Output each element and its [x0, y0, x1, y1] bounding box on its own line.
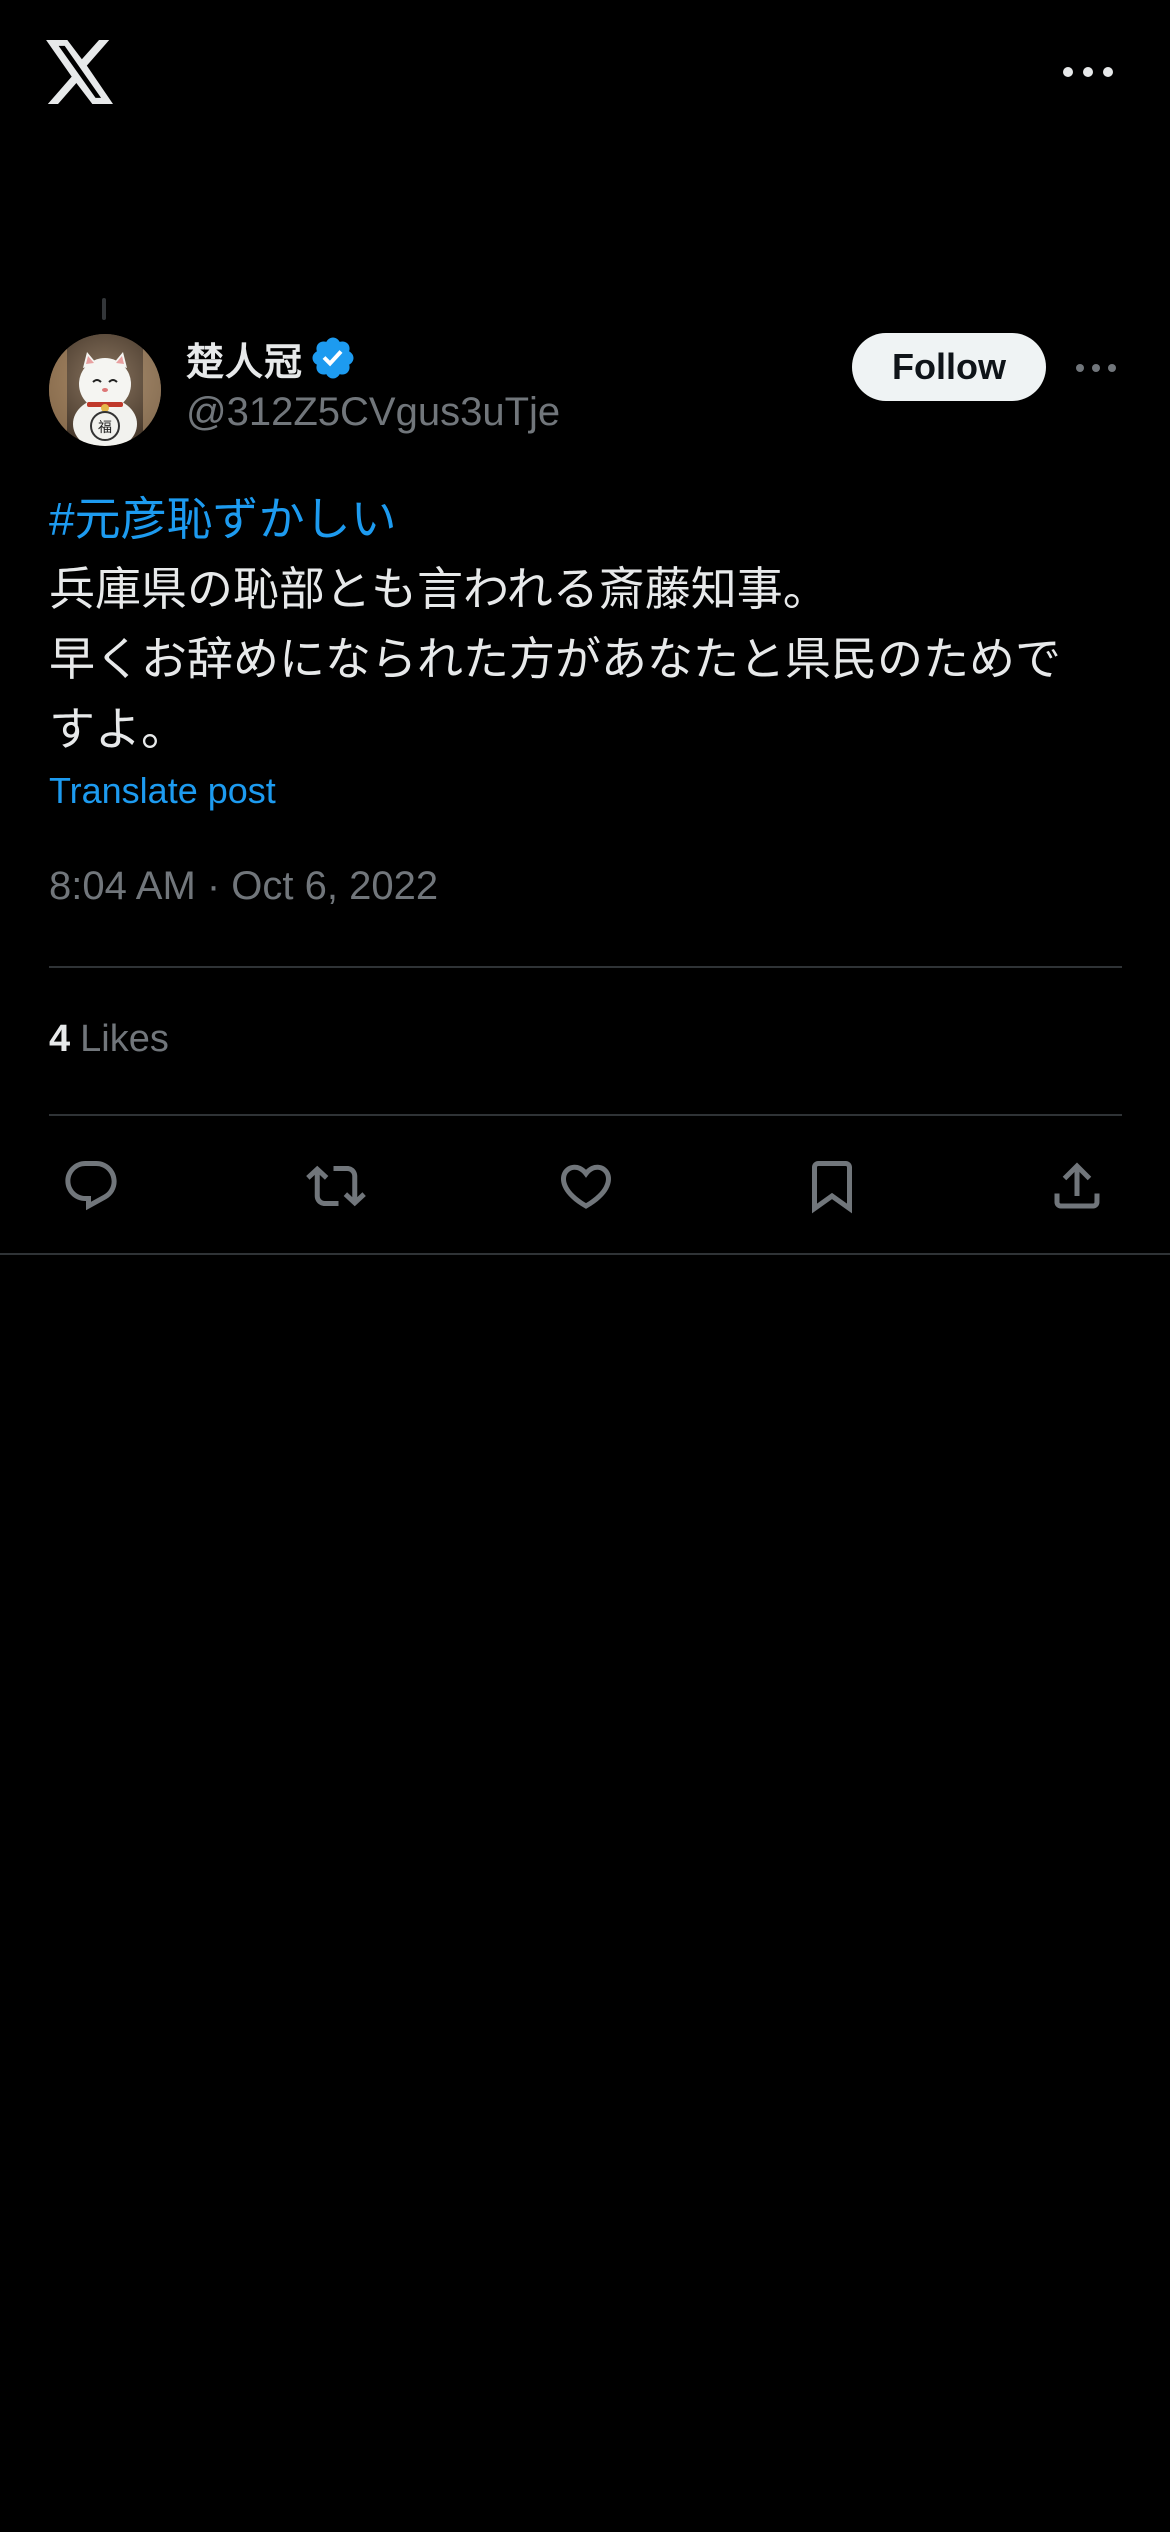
svg-text:福: 福: [98, 420, 112, 436]
lucky-cat-avatar-image: 福: [49, 334, 161, 446]
author-display-name[interactable]: 楚人冠: [186, 331, 303, 386]
repost-button[interactable]: [306, 1156, 366, 1216]
post-timestamp[interactable]: 8:04 AM · Oct 6, 2022: [49, 864, 438, 909]
likes-number: 4: [49, 1018, 71, 1060]
post-line: 早くお辞めになられた方があなたと県民のためで: [49, 633, 1061, 685]
likes-count[interactable]: 4 Likes: [49, 1018, 169, 1061]
thread-connector: [102, 298, 106, 320]
verified-badge-icon: [312, 337, 354, 379]
avatar[interactable]: 福: [49, 334, 161, 446]
share-button[interactable]: [1047, 1156, 1107, 1216]
more-horizontal-icon[interactable]: [1060, 58, 1116, 86]
follow-button[interactable]: Follow: [852, 333, 1046, 401]
bookmark-button[interactable]: [802, 1156, 862, 1216]
bookmark-icon: [812, 1161, 852, 1214]
post-line: 兵庫県の恥部とも言われる斎藤知事。: [49, 563, 829, 615]
divider: [49, 966, 1122, 968]
x-logo-icon[interactable]: [46, 40, 116, 104]
divider: [0, 1253, 1170, 1255]
heart-icon: [560, 1164, 612, 1209]
likes-label: Likes: [80, 1018, 169, 1060]
reply-icon: [65, 1161, 117, 1211]
post-text: #元彦恥ずかしい 兵庫県の恥部とも言われる斎藤知事。 早くお辞めになられた方があ…: [49, 484, 1129, 764]
share-icon: [1054, 1162, 1100, 1209]
author-name-row: 楚人冠: [186, 330, 357, 386]
hashtag-link[interactable]: #元彦恥ずかしい: [49, 484, 1129, 554]
post-line: すよ。: [49, 703, 187, 755]
author-handle[interactable]: @312Z5CVgus3uTje: [186, 390, 560, 435]
translate-post-link[interactable]: Translate post: [49, 770, 276, 812]
post-more-options-icon[interactable]: [1074, 356, 1118, 380]
repost-icon: [306, 1165, 366, 1207]
like-button[interactable]: [556, 1156, 616, 1216]
top-bar: [0, 0, 1170, 150]
divider: [49, 1114, 1122, 1116]
reply-button[interactable]: [61, 1156, 121, 1216]
